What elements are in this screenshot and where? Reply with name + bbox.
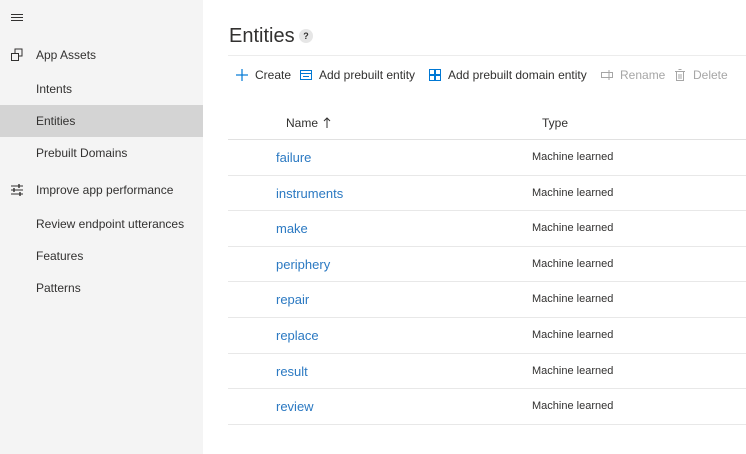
entity-name-link[interactable]: instruments <box>276 186 343 201</box>
sidebar-item-label: Features <box>36 249 84 263</box>
sidebar-item-label: Review endpoint utterances <box>36 217 185 231</box>
entity-name-link[interactable]: repair <box>276 292 309 307</box>
nav-group-label: Improve app performance <box>36 183 174 197</box>
sidebar-item-label: Prebuilt Domains <box>36 146 128 160</box>
trash-icon <box>675 69 685 81</box>
entity-type: Machine learned <box>532 293 614 306</box>
nav-group-app-assets[interactable]: App Assets <box>0 41 203 69</box>
entity-type: Machine learned <box>532 328 614 341</box>
app-assets-icon <box>11 48 23 61</box>
command-bar: Create Add prebuilt entity Add prebuilt … <box>228 55 746 95</box>
page-title: Entities <box>229 25 295 47</box>
add-prebuilt-entity-label: Add prebuilt entity <box>319 68 416 82</box>
column-header-name-label: Name <box>286 116 319 130</box>
sidebar-item-features[interactable]: Features <box>0 240 203 272</box>
entity-type: Machine learned <box>532 222 614 235</box>
sidebar: App Assets Intents Entities Prebuilt Dom… <box>0 0 203 454</box>
nav-group-improve-app-performance[interactable]: Improve app performance <box>0 176 203 204</box>
table-row[interactable]: replace Machine learned <box>228 318 746 354</box>
sidebar-item-patterns[interactable]: Patterns <box>0 272 203 304</box>
sidebar-item-entities[interactable]: Entities <box>0 105 203 137</box>
entity-type: Machine learned <box>532 364 614 377</box>
table-row[interactable]: periphery Machine learned <box>228 247 746 283</box>
entity-name-link[interactable]: replace <box>276 328 319 343</box>
plus-icon <box>236 69 248 81</box>
sidebar-item-label: Entities <box>36 114 76 128</box>
sidebar-item-label: Intents <box>36 82 73 96</box>
main-content: Entities ? Create Add prebuilt entity Ad… <box>203 0 746 454</box>
hamburger-menu-icon[interactable] <box>11 13 23 23</box>
table-row[interactable]: failure Machine learned <box>228 140 746 176</box>
entity-type: Machine learned <box>532 186 614 199</box>
column-header-type[interactable]: Type <box>542 116 568 130</box>
sidebar-item-prebuilt-domains[interactable]: Prebuilt Domains <box>0 137 203 169</box>
sort-ascending-icon <box>323 117 331 128</box>
rename-icon <box>601 70 613 80</box>
column-header-name[interactable]: Name <box>286 116 331 130</box>
entity-type: Machine learned <box>532 400 614 413</box>
entity-type: Machine learned <box>532 151 614 163</box>
delete-button[interactable]: Delete <box>673 66 728 84</box>
delete-label: Delete <box>693 68 728 82</box>
table-row[interactable]: result Machine learned <box>228 354 746 390</box>
entities-table-body: failure Machine learned instruments Mach… <box>228 140 746 425</box>
help-icon[interactable]: ? <box>299 29 313 43</box>
sidebar-item-label: Patterns <box>36 281 81 295</box>
nav-group-label: App Assets <box>36 48 97 62</box>
prebuilt-entity-icon <box>300 70 312 80</box>
add-prebuilt-domain-entity-label: Add prebuilt domain entity <box>448 68 587 82</box>
create-button[interactable]: Create <box>235 66 291 84</box>
rename-label: Rename <box>620 68 666 82</box>
table-row[interactable]: review Machine learned <box>228 389 746 425</box>
entity-name-link[interactable]: review <box>276 399 314 414</box>
sidebar-item-review-endpoint-utterances[interactable]: Review endpoint utterances <box>0 208 203 240</box>
rename-button[interactable]: Rename <box>600 66 665 84</box>
entity-name-link[interactable]: failure <box>276 150 311 165</box>
entity-name-link[interactable]: periphery <box>276 257 330 272</box>
create-label: Create <box>255 68 292 82</box>
add-prebuilt-domain-entity-button[interactable]: Add prebuilt domain entity <box>428 66 587 84</box>
entity-name-link[interactable]: result <box>276 364 308 379</box>
sliders-icon <box>11 184 23 196</box>
sidebar-item-intents[interactable]: Intents <box>0 73 203 105</box>
entity-type: Machine learned <box>532 257 614 270</box>
table-row[interactable]: instruments Machine learned <box>228 176 746 212</box>
prebuilt-domain-icon <box>429 69 441 81</box>
entity-name-link[interactable]: make <box>276 221 308 236</box>
add-prebuilt-entity-button[interactable]: Add prebuilt entity <box>299 66 415 84</box>
table-row[interactable]: make Machine learned <box>228 211 746 247</box>
table-header: Name Type <box>228 105 746 140</box>
table-row[interactable]: repair Machine learned <box>228 282 746 318</box>
